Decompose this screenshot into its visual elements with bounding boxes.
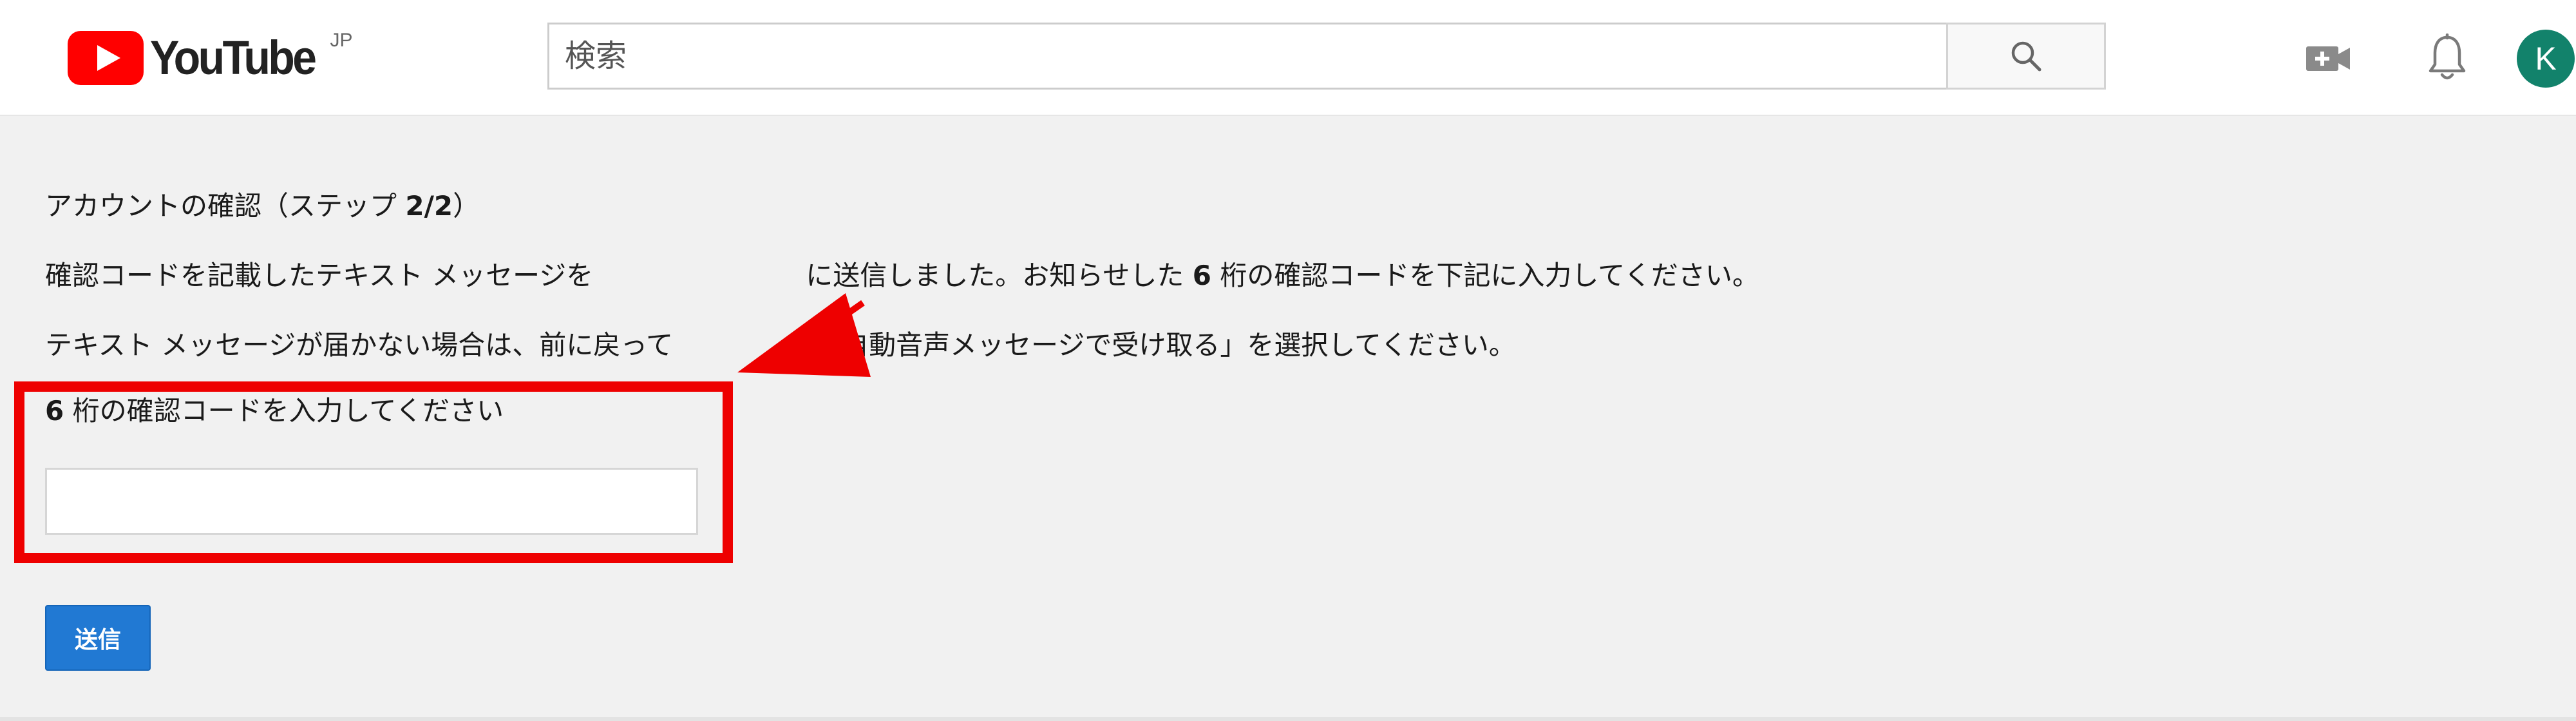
logo-text: YouTube <box>150 31 317 84</box>
submit-button[interactable]: 送信 <box>45 605 151 671</box>
search-icon <box>2011 41 2041 72</box>
fallback-instructions-text: テキスト メッセージが届かない場合は、前に戻って の自動音声メッセージで受け取る」… <box>45 329 1516 361</box>
masthead: YouTube JP K <box>0 0 2576 116</box>
search-form <box>547 23 2106 90</box>
logo-region: JP <box>330 30 353 51</box>
video-camera-plus-icon <box>2306 46 2350 71</box>
bell-icon <box>2429 34 2465 80</box>
search-input[interactable] <box>547 23 1946 90</box>
youtube-logo[interactable]: YouTube JP <box>68 31 353 89</box>
code-field-label: 6 桁の確認コードを入力してください <box>45 395 504 427</box>
verification-code-input[interactable] <box>45 468 698 535</box>
avatar[interactable]: K <box>2517 30 2575 88</box>
upload-button[interactable] <box>2299 29 2357 87</box>
youtube-play-icon <box>68 31 144 85</box>
notifications-button[interactable] <box>2416 26 2477 90</box>
sent-message-text: 確認コードを記載したテキスト メッセージを に送信しました。お知らせした 6 桁の… <box>45 260 1759 291</box>
divider <box>0 717 2576 721</box>
search-button[interactable] <box>1946 23 2106 90</box>
page-title: アカウントの確認（ステップ 2/2） <box>45 190 480 222</box>
